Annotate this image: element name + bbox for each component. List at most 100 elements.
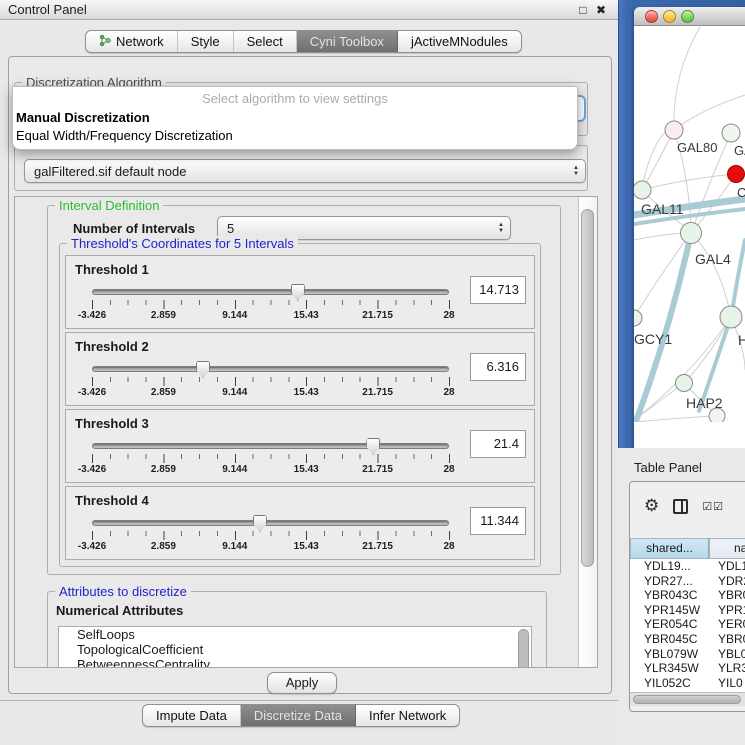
table-row[interactable]: YIL052CYIL0 [630, 676, 745, 691]
slider-ticks [92, 531, 450, 540]
threshold-4-slider-thumb[interactable] [253, 515, 267, 532]
threshold-4-panel: Threshold 4 -3.426 2.859 9.144 15.43 21.… [65, 486, 535, 560]
slider-scale-labels: -3.426 2.859 9.144 15.43 21.715 28 [92, 387, 449, 399]
threshold-1-slider-thumb[interactable] [291, 284, 305, 301]
network-window-titlebar[interactable] [634, 7, 745, 26]
table-body[interactable]: YDL19...YDL1 YDR27...YDR2 YBR043CYBR0 YP… [630, 559, 745, 692]
threshold-2-slider[interactable] [92, 366, 449, 372]
settings-scroll-pane: Interval Definition Number of Intervals … [14, 196, 598, 668]
slider-ticks [92, 377, 450, 386]
threshold-2-slider-thumb[interactable] [196, 361, 210, 378]
node-label: H [738, 332, 745, 348]
network-node [681, 223, 702, 244]
tab-impute-data[interactable]: Impute Data [143, 705, 241, 726]
tab-cyni-toolbox[interactable]: Cyni Toolbox [297, 31, 398, 52]
network-graph: GAL80 GA C GAL11 GAL4 GCY1 H HAP2 [634, 26, 745, 422]
threshold-3-slider-thumb[interactable] [366, 438, 380, 455]
list-item[interactable]: SelfLoops [59, 627, 531, 642]
node-label: GAL4 [695, 251, 731, 267]
threshold-4-value-field[interactable]: 11.344 [470, 507, 526, 535]
tab-discretize-data[interactable]: Discretize Data [241, 705, 356, 726]
settings-scrollbar-thumb[interactable] [581, 209, 594, 567]
select-columns-checkboxes-icon[interactable]: ☑☑ [702, 500, 724, 513]
network-node [720, 306, 742, 328]
attributes-group: Attributes to discretize Numerical Attri… [47, 591, 547, 668]
number-of-intervals-value: 5 [227, 221, 234, 236]
table-row[interactable]: YBR045CYBR0 [630, 632, 745, 647]
slider-scale-labels: -3.426 2.859 9.144 15.43 21.715 28 [92, 464, 449, 476]
columns-icon[interactable] [673, 499, 688, 514]
list-item[interactable]: BetweennessCentrality [59, 657, 531, 668]
tab-style-label: Style [191, 34, 220, 49]
tab-style[interactable]: Style [178, 31, 234, 52]
apply-button[interactable]: Apply [267, 672, 337, 694]
tab-network[interactable]: Network [86, 31, 178, 52]
minimize-traffic-light-icon[interactable] [663, 10, 676, 23]
table-row[interactable]: YER054CYER0 [630, 617, 745, 632]
settings-scrollbar-track[interactable] [578, 197, 597, 667]
column-header-shared-name[interactable]: shared... [630, 538, 709, 559]
tab-jactivemnodules-label: jActiveMNodules [411, 34, 508, 49]
table-row[interactable]: YBR043CYBR0 [630, 588, 745, 603]
tab-select[interactable]: Select [234, 31, 297, 52]
threshold-3-slider[interactable] [92, 443, 449, 449]
number-of-intervals-label: Number of Intervals [73, 221, 195, 236]
network-tree-icon [99, 34, 111, 50]
table-panel-title: Table Panel [634, 460, 702, 475]
network-window: GAL80 GA C GAL11 GAL4 GCY1 H HAP2 [634, 7, 745, 448]
slider-scale-labels: -3.426 2.859 9.144 15.43 21.715 28 [92, 541, 449, 553]
threshold-1-value-field[interactable]: 14.713 [470, 276, 526, 304]
bottom-separator [0, 700, 618, 701]
network-node [728, 166, 745, 183]
slider-ticks [92, 454, 450, 463]
dropdown-item-equal-width[interactable]: Equal Width/Frequency Discretization [13, 127, 577, 145]
table-panel-area: Table Panel ⚙ ☑☑ shared... name YDL19...… [618, 448, 745, 745]
gear-icon[interactable]: ⚙ [644, 496, 659, 516]
network-node [665, 121, 683, 139]
float-panel-icon[interactable]: □ [574, 3, 592, 17]
algorithm-dropdown-popup: Select algorithm to view settings Manual… [12, 86, 578, 150]
tab-infer-network[interactable]: Infer Network [356, 705, 459, 726]
threshold-3-panel: Threshold 3 -3.426 2.859 9.144 15.43 21.… [65, 409, 535, 483]
numerical-attributes-list[interactable]: SelfLoops TopologicalCoefficient Between… [58, 626, 532, 668]
tab-jactivemnodules[interactable]: jActiveMNodules [398, 31, 521, 52]
threshold-4-slider[interactable] [92, 520, 449, 526]
threshold-2-label: Threshold 2 [75, 339, 149, 354]
top-tab-bar: Network Style Select Cyni Toolbox jActiv… [85, 30, 522, 53]
threshold-2-value-field[interactable]: 6.316 [470, 353, 526, 381]
column-header-name[interactable]: name [709, 538, 745, 559]
node-label: HAP2 [686, 395, 723, 411]
threshold-1-label: Threshold 1 [75, 262, 149, 277]
threshold-3-value-field[interactable]: 21.4 [470, 430, 526, 458]
panel-title: Control Panel [8, 2, 574, 17]
node-label: GAL11 [641, 201, 684, 217]
network-canvas[interactable]: GAL80 GA C GAL11 GAL4 GCY1 H HAP2 [634, 26, 745, 422]
table-horizontal-scrollbar[interactable] [630, 692, 745, 706]
table-row[interactable]: YLR345WYLR3 [630, 661, 745, 676]
tab-impute-data-label: Impute Data [156, 708, 227, 723]
dropdown-item-manual[interactable]: Manual Discretization [13, 109, 577, 127]
threshold-1-slider[interactable] [92, 289, 449, 295]
list-scrollbar-thumb[interactable] [518, 629, 529, 668]
threshold-4-label: Threshold 4 [75, 493, 149, 508]
node-label: GCY1 [634, 331, 672, 347]
table-data-combobox[interactable]: galFiltered.sif default node ▲▼ [24, 159, 586, 183]
dropdown-placeholder-item[interactable]: Select algorithm to view settings [13, 87, 577, 109]
control-panel-titlebar: Control Panel □ ✖ [0, 0, 618, 20]
table-row[interactable]: YDL19...YDL1 [630, 559, 745, 574]
table-row[interactable]: YPR145WYPR1 [630, 603, 745, 618]
combo-stepper-icon: ▲▼ [573, 165, 579, 177]
close-traffic-light-icon[interactable] [645, 10, 658, 23]
network-node [634, 181, 651, 199]
tab-infer-network-label: Infer Network [369, 708, 446, 723]
table-row[interactable]: YBL079WYBL0 [630, 647, 745, 662]
close-panel-icon[interactable]: ✖ [592, 3, 610, 17]
table-horizontal-scrollbar-thumb[interactable] [633, 695, 741, 704]
list-item[interactable]: TopologicalCoefficient [59, 642, 531, 657]
tab-cyni-toolbox-label: Cyni Toolbox [310, 34, 384, 49]
zoom-traffic-light-icon[interactable] [681, 10, 694, 23]
bottom-tab-bar: Impute Data Discretize Data Infer Networ… [142, 704, 460, 727]
table-row[interactable]: YDR27...YDR2 [630, 574, 745, 589]
threshold-2-panel: Threshold 2 -3.426 2.859 9.144 15.43 21.… [65, 332, 535, 406]
table-panel: ⚙ ☑☑ shared... name YDL19...YDL1 YDR27..… [629, 481, 745, 712]
